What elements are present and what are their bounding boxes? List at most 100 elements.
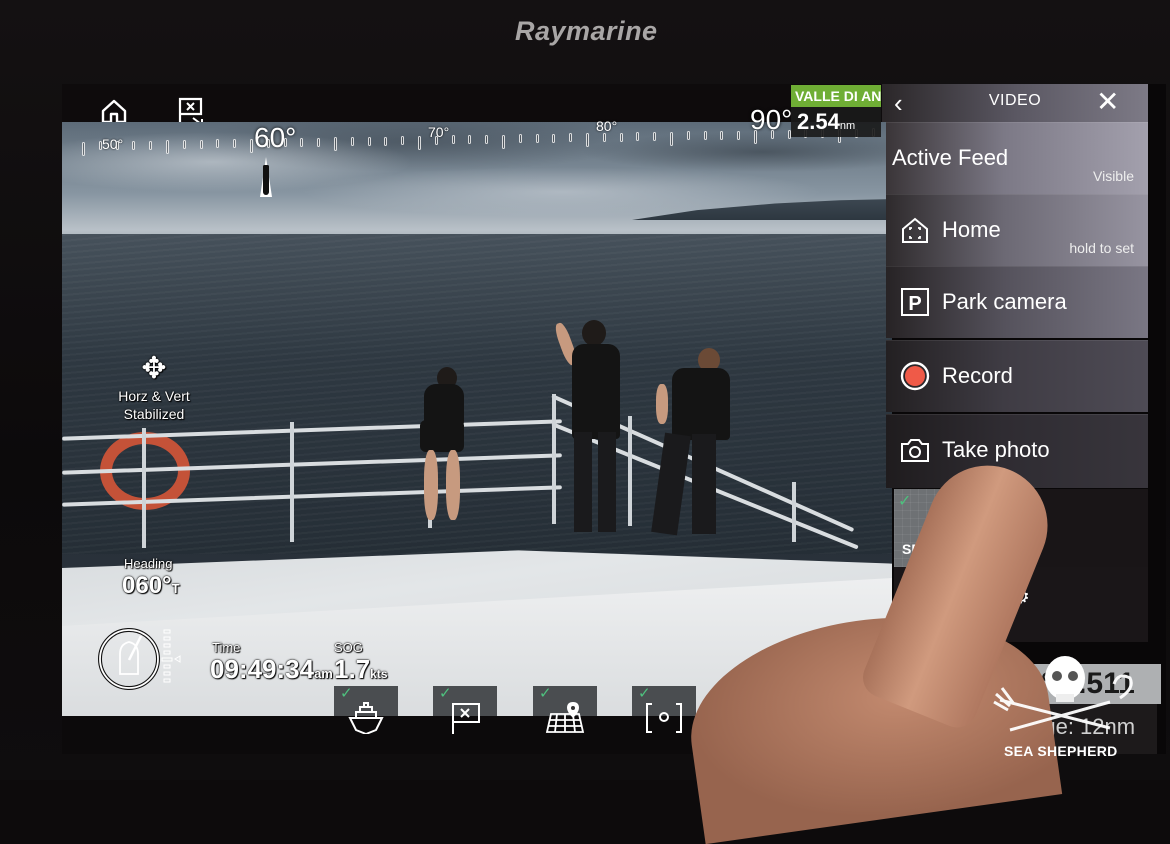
menu-item-label: Home — [942, 217, 1001, 242]
heading-reference: T — [171, 581, 180, 596]
compass-tick — [166, 140, 169, 155]
close-button[interactable]: ✕ — [1096, 85, 1119, 118]
waypoint-distance[interactable]: 2.54nm — [791, 107, 881, 137]
gears-icon: ⚙ — [1012, 586, 1030, 608]
compass-tick — [350, 137, 354, 147]
menu-item-hint: hold to set — [1069, 240, 1134, 256]
compass-tick — [569, 133, 573, 143]
menu-item-label: Park camera — [942, 289, 1067, 314]
compass-tick — [418, 135, 421, 150]
heading-degrees: 060° — [122, 572, 172, 599]
compass-label-80: 80° — [596, 118, 618, 134]
menu-item-label: Active Feed — [892, 145, 1009, 170]
compass-tick — [468, 135, 472, 145]
move-arrows-icon: ✥ — [141, 352, 167, 385]
person-leg — [446, 450, 460, 520]
panel-header: ‹ VIDEO ✕ — [882, 84, 1148, 122]
menu-item-active-feed[interactable]: Active Feed Visible — [886, 122, 1148, 194]
rail-post — [552, 394, 556, 524]
compass-tick — [199, 139, 203, 149]
menu-item-label: Record — [942, 363, 1013, 388]
record-icon — [900, 361, 930, 391]
compass-tick — [283, 138, 287, 148]
compass-tick — [770, 130, 774, 140]
compass-tick — [250, 138, 253, 153]
compass-tick — [132, 140, 136, 150]
compass-tick — [98, 141, 102, 151]
sog-readout: 1.7kts — [334, 654, 388, 685]
compass-heading-strip: 50° 60° 70° 80° 90° — [62, 104, 892, 162]
rail-post — [290, 422, 294, 542]
stabilize-button[interactable]: ✥ Horz & Vert Stabilized — [102, 352, 206, 423]
camera-source-tile[interactable]: ✓ SEBA — [894, 489, 994, 567]
time-value: 09:49:34 — [210, 654, 315, 684]
compass-tick — [434, 135, 438, 145]
person-leg — [598, 432, 616, 532]
compass-tick — [485, 134, 489, 144]
heading-label: Heading — [124, 556, 173, 571]
compass-tick — [754, 130, 757, 145]
person — [572, 344, 620, 439]
screen: ✥ Horz & Vert Stabilized Heading 060°T T… — [62, 84, 1166, 754]
person-leg — [574, 432, 592, 532]
sog-value: 1.7 — [334, 654, 371, 684]
person-arm — [656, 384, 668, 424]
person-leg — [424, 450, 438, 520]
compass-tick — [670, 131, 673, 146]
menu-item-take-photo[interactable]: Take photo — [886, 414, 1148, 488]
compass-tick — [367, 136, 371, 146]
waypoint-distance-unit: nm — [839, 120, 856, 132]
time-readout: 09:49:34am — [210, 654, 333, 685]
camera-name: SEBA — [902, 541, 941, 557]
home-icon — [101, 99, 127, 124]
compass-tick — [686, 131, 690, 141]
rail-post — [142, 428, 146, 548]
compass-tick — [653, 132, 657, 142]
rail-post — [792, 482, 796, 542]
compass-tick — [451, 135, 455, 145]
compass-tick — [602, 132, 606, 142]
camera-orientation-dial[interactable] — [98, 626, 184, 697]
rail-post — [628, 416, 632, 526]
vessel-position-label: Ves pos — [795, 652, 842, 667]
compass-label-50: 50° — [102, 136, 124, 152]
camera-video-feed[interactable]: ✥ Horz & Vert Stabilized Heading 060°T T… — [62, 122, 892, 722]
compass-tick — [149, 140, 153, 150]
menu-item-record[interactable]: Record — [886, 340, 1148, 412]
menu-item-home[interactable]: Home hold to set — [886, 194, 1148, 266]
compass-tick — [182, 139, 186, 149]
watermark-text: SEA SHEPHERD — [1004, 743, 1118, 759]
compass-tick — [703, 131, 707, 141]
park-icon: P — [901, 288, 929, 316]
sog-unit: kts — [370, 667, 388, 681]
waypoint-name[interactable]: VALLE DI AN — [791, 85, 881, 107]
toolbar-button-waypoint-flag[interactable]: ✓ — [433, 685, 497, 742]
compass-tick — [502, 134, 505, 149]
compass-tick — [317, 137, 321, 147]
sog-label: SOG — [334, 640, 363, 655]
svg-text:P: P — [908, 293, 921, 315]
check-icon: ✓ — [898, 493, 912, 510]
menu-item-park-camera[interactable]: P Park camera — [886, 266, 1148, 338]
compass-tick — [115, 141, 119, 151]
compass-tick — [401, 136, 405, 146]
compass-label-70: 70° — [428, 124, 450, 140]
settings-button[interactable]: ⚙ — [1012, 584, 1030, 609]
range-text: Range: 12nm — [1003, 714, 1136, 739]
video-menu-panel: ‹ VIDEO ✕ Active Feed Visible Home hold … — [882, 84, 1166, 754]
compass-tick — [619, 132, 623, 142]
compass-tick — [266, 138, 270, 148]
vessel-longitude: 015°1 .511 E — [987, 664, 1161, 740]
person-head — [582, 320, 606, 346]
toolbar-button-camera-frame[interactable]: ✓ — [632, 685, 696, 742]
compass-tick — [82, 141, 85, 156]
compass-tick — [552, 133, 556, 143]
compass-tick — [300, 137, 304, 147]
toolbar-button-chart-map[interactable]: ✓ — [533, 685, 597, 742]
stabilize-label-line1: Horz & Vert — [118, 388, 190, 404]
heading-value: 060°T — [122, 572, 180, 600]
compass-tick — [535, 134, 539, 143]
heading-pointer — [260, 157, 272, 197]
toolbar-button-vessel[interactable]: ✓ — [334, 685, 398, 742]
person — [672, 368, 730, 440]
